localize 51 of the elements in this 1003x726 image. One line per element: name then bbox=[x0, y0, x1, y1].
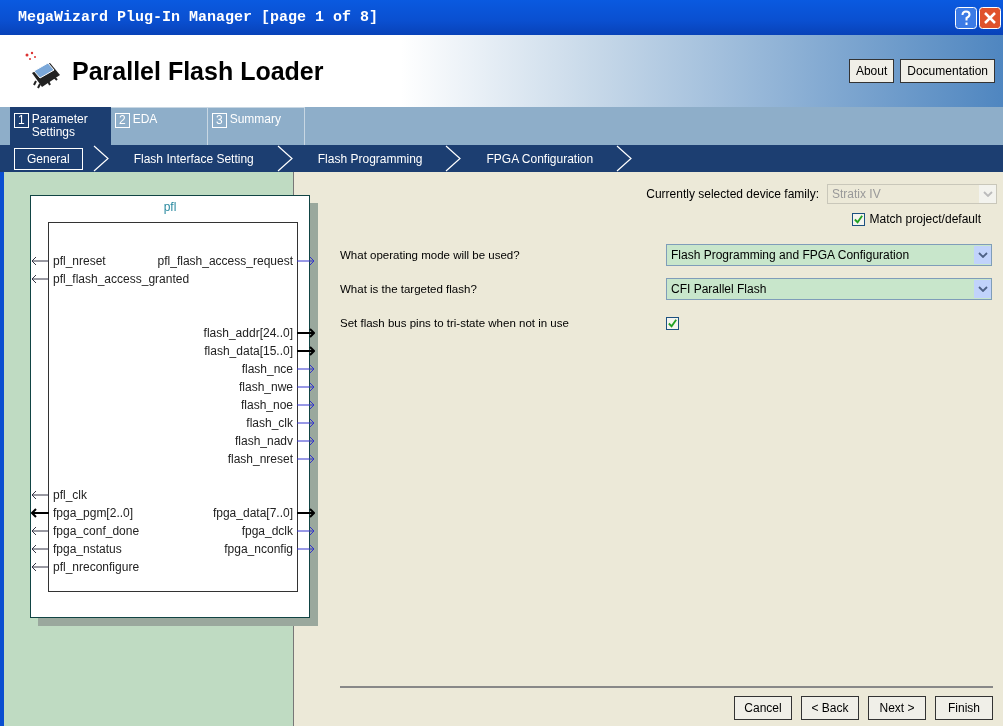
step-link[interactable]: FPGA Configuration bbox=[473, 147, 607, 170]
port-label: flash_addr[24..0] bbox=[203, 326, 293, 340]
chevron-icon bbox=[92, 145, 109, 172]
port-label: pfl_flash_access_granted bbox=[53, 272, 190, 286]
option-dropdown[interactable]: CFI Parallel Flash bbox=[666, 278, 992, 300]
chevron-icon bbox=[616, 145, 633, 172]
port-label: pfl_nreconfigure bbox=[53, 560, 140, 574]
option-label: What is the targeted flash? bbox=[340, 283, 478, 295]
wizard-title: Parallel Flash Loader bbox=[72, 56, 325, 86]
port-label: flash_nwe bbox=[238, 380, 293, 394]
chevron-icon bbox=[445, 145, 462, 172]
option-label: What operating mode will be used? bbox=[340, 249, 521, 261]
caret-icon bbox=[977, 286, 988, 292]
port-label: pfl_clk bbox=[53, 488, 87, 502]
header-button[interactable]: Documentation bbox=[900, 59, 995, 83]
wizard-button[interactable]: < Back bbox=[801, 696, 859, 720]
wizard-button[interactable]: Next > bbox=[868, 696, 926, 720]
port-label: fpga_data[7..0] bbox=[212, 506, 293, 520]
port-label: flash_nce bbox=[241, 362, 293, 376]
port-label: flash_clk bbox=[246, 416, 293, 430]
help-icon[interactable] bbox=[955, 6, 977, 29]
header-button[interactable]: About bbox=[848, 59, 895, 83]
checkbox-label: Match project/default bbox=[869, 212, 981, 226]
port-label: fpga_nstatus bbox=[53, 542, 122, 556]
symbol-name: pfl bbox=[162, 200, 178, 214]
option-dropdown[interactable]: Flash Programming and FPGA Configuration bbox=[666, 244, 992, 266]
close-icon[interactable] bbox=[979, 6, 1001, 29]
window-title: MegaWizard Plug-In Manager [page 1 of 8] bbox=[18, 9, 380, 26]
port-label: fpga_pgm[2..0] bbox=[53, 506, 134, 520]
wizard-button[interactable]: Cancel bbox=[734, 696, 792, 720]
port-label: flash_nadv bbox=[234, 434, 293, 448]
port-label: flash_noe bbox=[240, 398, 293, 412]
step-link[interactable]: Flash Programming bbox=[304, 147, 436, 170]
port-label: fpga_conf_done bbox=[53, 524, 140, 538]
port-label: pfl_flash_access_request bbox=[157, 254, 293, 268]
checkbox[interactable] bbox=[851, 212, 865, 226]
port-label: fpga_nconfig bbox=[224, 542, 293, 556]
port-label: flash_nreset bbox=[227, 452, 293, 466]
step-link[interactable]: General bbox=[14, 147, 83, 170]
port-label: pfl_nreset bbox=[53, 254, 106, 268]
caret-icon bbox=[982, 191, 993, 197]
port-label: fpga_dclk bbox=[241, 524, 293, 538]
port-label: flash_data[15..0] bbox=[204, 344, 293, 358]
checkbox[interactable] bbox=[666, 316, 679, 330]
field-label: Currently selected device family: bbox=[646, 187, 819, 201]
option-label: Set flash bus pins to tri-state when not in use bbox=[340, 317, 570, 329]
wizard-button[interactable]: Finish bbox=[935, 696, 993, 720]
step-link[interactable]: Flash Interface Setting bbox=[120, 147, 267, 170]
wizard-tab[interactable]: 1 Parameter Settings bbox=[10, 107, 111, 145]
caret-icon bbox=[977, 252, 988, 258]
chevron-icon bbox=[276, 145, 293, 172]
